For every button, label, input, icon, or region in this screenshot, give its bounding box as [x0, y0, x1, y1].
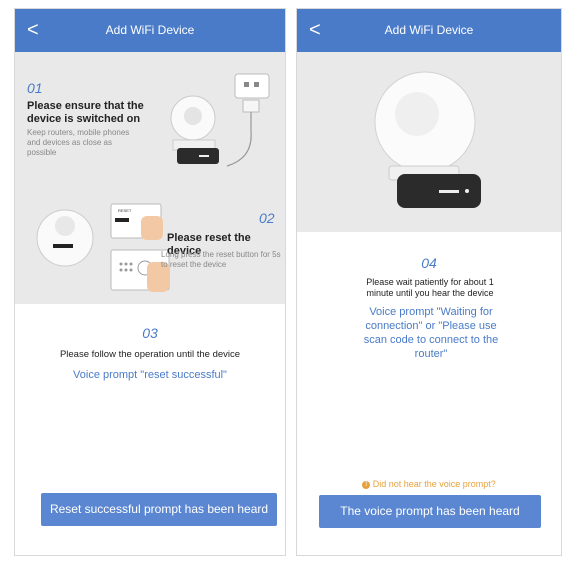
step-4-voice-prompt: Voice prompt "Waiting for connection" or… — [363, 306, 499, 360]
no-voice-prompt-link[interactable]: ! Did not hear the voice prompt? — [297, 479, 561, 489]
step-number-02: 02 — [259, 210, 275, 226]
step-4-text: Please wait patiently for about 1 minute… — [366, 277, 494, 298]
header-bar: < Add WiFi Device — [15, 9, 285, 52]
camera-panel — [297, 52, 561, 232]
screen-reset-device: < Add WiFi Device 01 Please ensure that … — [14, 8, 286, 556]
reset-heard-button[interactable]: Reset successful prompt has been heard — [41, 493, 277, 526]
step-3-voice-prompt: Voice prompt "reset successful" — [73, 369, 227, 381]
screen-wait-voice: < Add WiFi Device 04 Please wait patient… — [296, 8, 562, 556]
step-2-desc: Long press the reset button for 5s to re… — [161, 250, 281, 269]
page-title: Add WiFi Device — [384, 23, 474, 37]
voice-heard-button[interactable]: The voice prompt has been heard — [319, 495, 541, 528]
camera-power-illustration — [170, 73, 270, 167]
reset-label: RESET — [118, 208, 132, 213]
reset-illustration — [36, 203, 170, 292]
no-voice-prompt-text: Did not hear the voice prompt? — [372, 479, 496, 489]
step-number-01: 01 — [27, 80, 43, 96]
step-number-04: 04 — [421, 255, 437, 271]
step-1-desc: Keep routers, mobile phones and devices … — [27, 128, 130, 157]
camera-illustration — [374, 71, 481, 208]
warning-icon: ! — [362, 480, 371, 489]
step-1-title: Please ensure that the device is switche… — [27, 100, 144, 125]
instruction-panel: 01 Please ensure that the device is swit… — [15, 52, 285, 304]
page-title: Add WiFi Device — [105, 23, 195, 37]
header-bar: < Add WiFi Device — [297, 9, 561, 52]
step-number-03: 03 — [142, 325, 158, 341]
step-3-text: Please follow the operation until the de… — [59, 349, 241, 360]
